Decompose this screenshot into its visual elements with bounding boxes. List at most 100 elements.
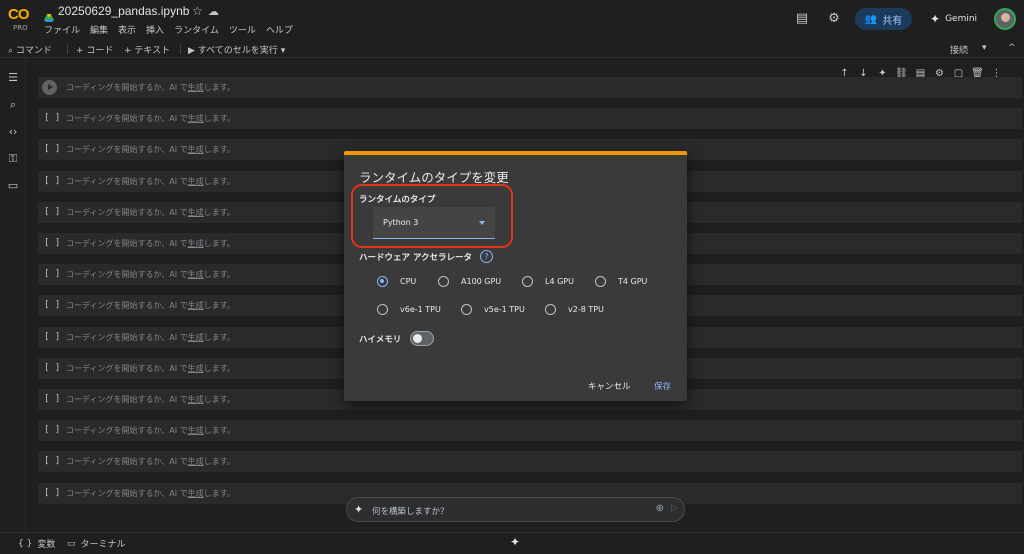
- generate-link[interactable]: 生成: [188, 395, 204, 404]
- code-cell[interactable]: [ ] コーディングを開始するか、AI で生成します。: [38, 420, 1022, 442]
- placeholder-suffix: します。: [203, 457, 235, 467]
- comment-icon[interactable]: ▤: [794, 11, 810, 27]
- toolbar-collapse-icon[interactable]: ^: [1008, 43, 1016, 53]
- generate-link[interactable]: 生成: [188, 208, 204, 217]
- variables-label: 変数: [37, 540, 56, 550]
- menu-file[interactable]: ファイル: [44, 23, 80, 36]
- cell-bracket: [ ]: [44, 300, 61, 311]
- generate-link[interactable]: 生成: [188, 177, 204, 186]
- run-all-button[interactable]: ▶ すべてのセルを実行 ▾: [188, 43, 285, 56]
- generate-link[interactable]: 生成: [188, 489, 204, 498]
- generate-link[interactable]: 生成: [188, 457, 204, 466]
- help-icon[interactable]: ?: [480, 250, 493, 263]
- cell-placeholder: コーディングを開始するか、AI で生成します。: [66, 269, 235, 280]
- gemini-button[interactable]: ✦ Gemini: [930, 12, 977, 26]
- radio-l4-gpu[interactable]: [522, 276, 533, 287]
- generate-link[interactable]: 生成: [188, 301, 204, 310]
- code-snippets-icon[interactable]: ‹›: [6, 125, 20, 139]
- add-icon[interactable]: ⊕: [656, 503, 664, 514]
- accelerator-label: ハードウェア アクセラレータ: [359, 253, 473, 263]
- notebook-filename[interactable]: 20250629_pandas.ipynb: [58, 4, 189, 18]
- variables-button[interactable]: { } 変数: [18, 537, 56, 551]
- cell-bracket: [ ]: [44, 487, 61, 498]
- generate-link[interactable]: 生成: [188, 83, 204, 92]
- add-code-button[interactable]: + コード: [76, 43, 113, 56]
- code-cell[interactable]: [ ] コーディングを開始するか、AI で生成します。: [38, 108, 1022, 130]
- placeholder-suffix: します。: [203, 395, 235, 404]
- placeholder-prefix: コーディングを開始するか、AI で: [66, 176, 188, 186]
- terminal-icon: ▭: [67, 538, 76, 549]
- placeholder-suffix: します。: [203, 363, 235, 373]
- runtime-type-label: ランタイムのタイプ: [359, 195, 436, 205]
- menu-insert[interactable]: 挿入: [146, 23, 164, 36]
- share-people-icon: 👥: [864, 13, 878, 25]
- files-folder-icon[interactable]: ▭: [6, 179, 20, 193]
- menu-view[interactable]: 表示: [118, 23, 136, 36]
- cell-placeholder: コーディングを開始するか、AI で生成します。: [66, 456, 235, 467]
- prompt-input[interactable]: 何を構築しますか？: [372, 505, 449, 517]
- cell-bracket: [ ]: [44, 113, 61, 124]
- placeholder-prefix: コーディングを開始するか、AI で: [66, 114, 188, 124]
- search-icon: ⌕: [8, 46, 14, 56]
- radio-t4-gpu[interactable]: [595, 276, 606, 287]
- share-button[interactable]: 👥 共有: [855, 8, 912, 30]
- secrets-key-icon[interactable]: ⚿: [6, 152, 20, 166]
- cloud-sync-icon[interactable]: ☁: [208, 5, 219, 18]
- placeholder-suffix: します。: [203, 176, 235, 186]
- connect-dropdown-icon[interactable]: ▾: [982, 43, 987, 53]
- radio-a100-gpu[interactable]: [438, 276, 449, 287]
- settings-gear-icon[interactable]: ⚙: [826, 11, 842, 27]
- cancel-button[interactable]: キャンセル: [588, 380, 631, 392]
- command-palette-button[interactable]: ⌕ コマンド: [8, 43, 52, 56]
- cell-placeholder: コーディングを開始するか、AI で生成します。: [66, 332, 235, 343]
- generate-link[interactable]: 生成: [188, 270, 204, 279]
- placeholder-suffix: します。: [203, 114, 235, 124]
- cell-placeholder: コーディングを開始するか、AI で生成します。: [66, 207, 235, 218]
- placeholder-prefix: コーディングを開始するか、AI で: [66, 83, 188, 92]
- connect-button[interactable]: 接続: [950, 43, 968, 56]
- code-cell[interactable]: [ ] コーディングを開始するか、AI で生成します。: [38, 451, 1022, 473]
- radio-label-v6e-1-tpu: v6e-1 TPU: [400, 305, 441, 314]
- placeholder-suffix: します。: [203, 83, 235, 92]
- star-icon[interactable]: ☆: [192, 4, 203, 18]
- run-all-label: すべてのセルを実行: [197, 46, 278, 56]
- placeholder-prefix: コーディングを開始するか、AI で: [66, 426, 188, 436]
- colab-logo[interactable]: CO PRO: [8, 6, 36, 34]
- radio-label-v5e-1-tpu: v5e-1 TPU: [484, 305, 525, 314]
- placeholder-prefix: コーディングを開始するか、AI で: [66, 457, 188, 467]
- gemini-prompt-bar[interactable]: ✦ 何を構築しますか？ ⊕ ▷: [346, 497, 685, 522]
- add-text-button[interactable]: + テキスト: [124, 43, 170, 56]
- radio-v2-8-tpu[interactable]: [545, 304, 556, 315]
- generate-link[interactable]: 生成: [188, 364, 204, 373]
- generate-link[interactable]: 生成: [188, 145, 204, 154]
- user-avatar[interactable]: [994, 8, 1016, 30]
- code-cell[interactable]: コーディングを開始するか、AI で生成します。: [38, 77, 1022, 98]
- menu-tools[interactable]: ツール: [229, 23, 256, 36]
- run-cell-play-icon[interactable]: [42, 80, 57, 95]
- find-replace-icon[interactable]: ⌕: [6, 98, 20, 112]
- radio-v5e-1-tpu[interactable]: [461, 304, 472, 315]
- runtime-type-select[interactable]: Python 3: [373, 207, 495, 239]
- cell-placeholder: コーディングを開始するか、AI で生成します。: [66, 394, 235, 405]
- table-of-contents-icon[interactable]: ☰: [6, 71, 20, 85]
- menu-runtime[interactable]: ランタイム: [174, 23, 219, 36]
- radio-v6e-1-tpu[interactable]: [377, 304, 388, 315]
- menu-bar: ファイル 編集 表示 挿入 ランタイム ツール ヘルプ: [44, 23, 293, 36]
- terminal-button[interactable]: ▭ ターミナル: [67, 537, 126, 551]
- menu-help[interactable]: ヘルプ: [266, 23, 293, 36]
- send-icon[interactable]: ▷: [671, 503, 678, 513]
- high-memory-toggle[interactable]: [410, 331, 434, 346]
- generate-link[interactable]: 生成: [188, 114, 204, 123]
- generate-link[interactable]: 生成: [188, 333, 204, 342]
- play-icon: ▶: [188, 46, 195, 56]
- generate-link[interactable]: 生成: [188, 239, 204, 248]
- placeholder-suffix: します。: [203, 270, 235, 280]
- generate-link[interactable]: 生成: [188, 426, 204, 435]
- radio-cpu[interactable]: [377, 276, 388, 287]
- toolbar-divider: [180, 44, 181, 54]
- menu-edit[interactable]: 編集: [90, 23, 108, 36]
- save-button[interactable]: 保存: [654, 380, 671, 392]
- gemini-sparkle-icon[interactable]: ✦: [510, 535, 520, 549]
- toolbar-divider: [67, 44, 68, 54]
- share-label: 共有: [882, 15, 903, 27]
